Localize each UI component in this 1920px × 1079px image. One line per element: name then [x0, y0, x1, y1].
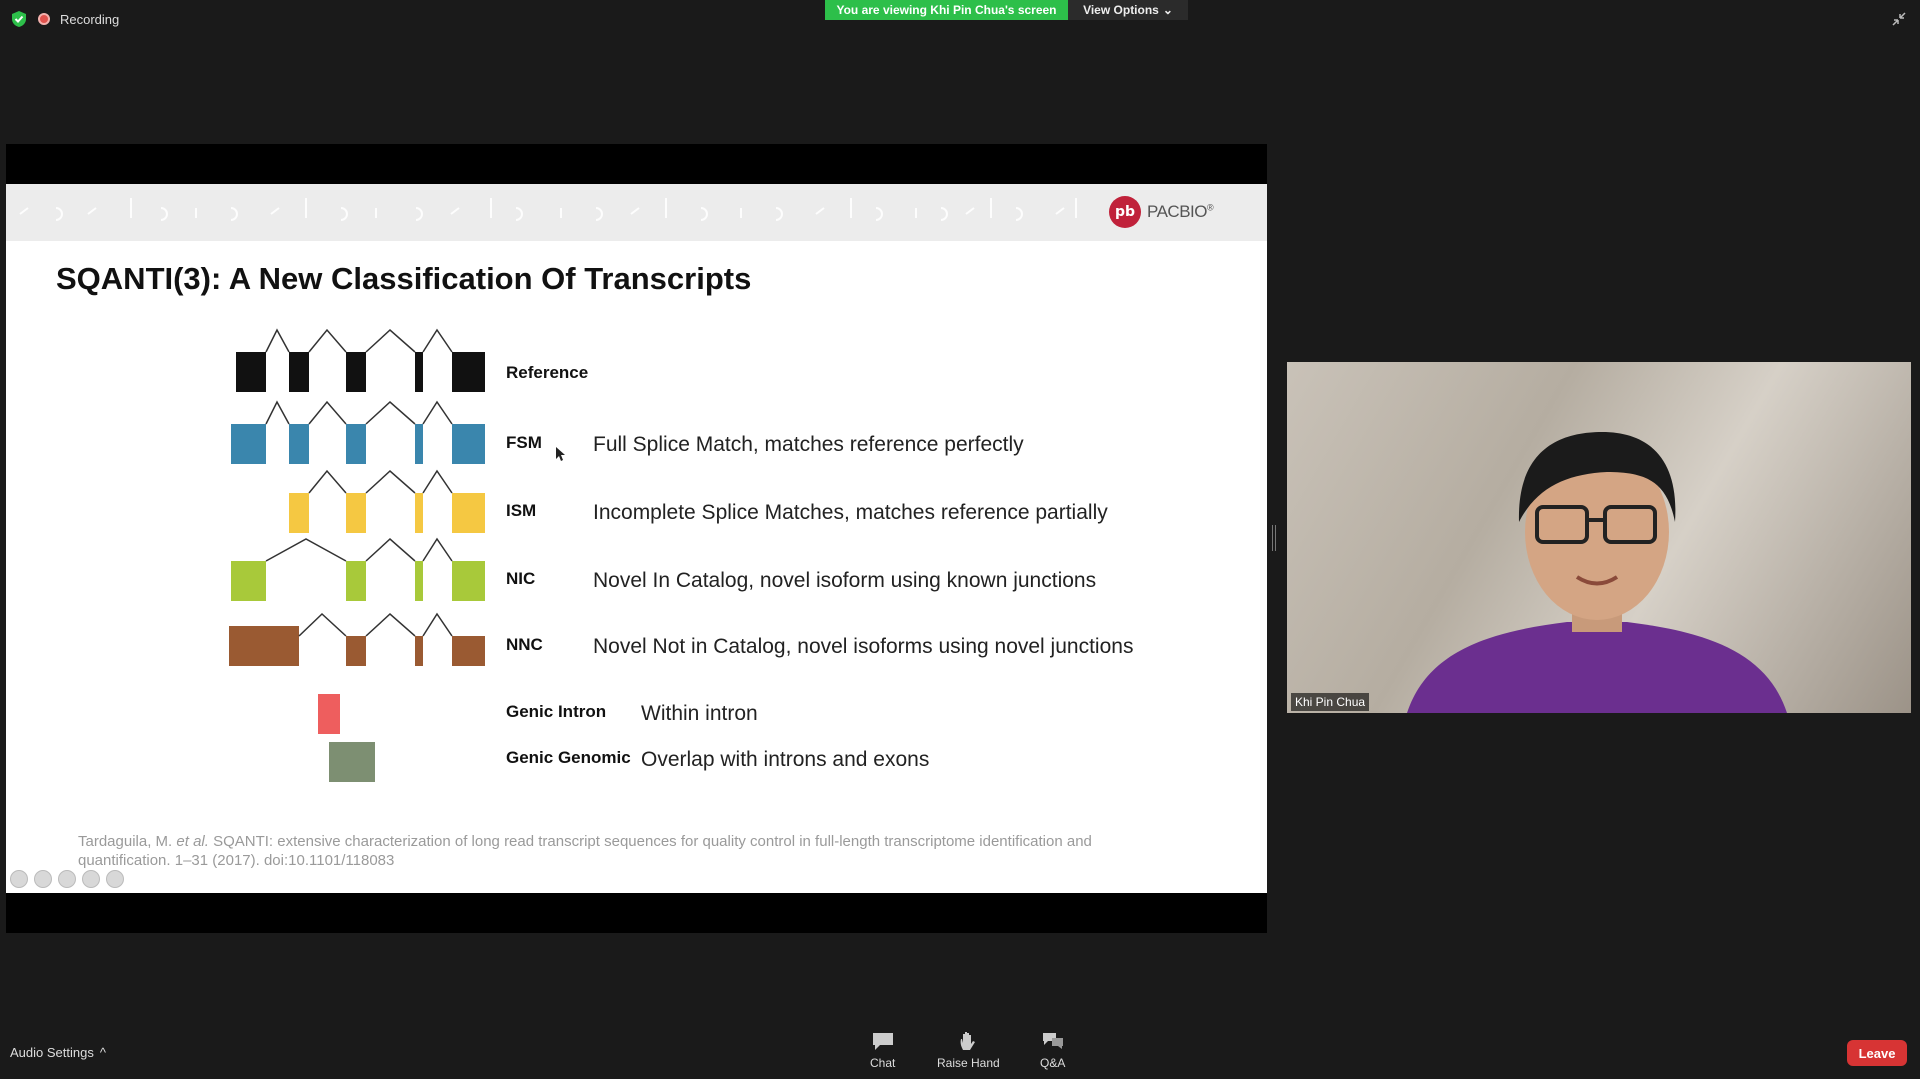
qa-icon: [1042, 1033, 1063, 1049]
audio-settings-label: Audio Settings: [10, 1045, 94, 1060]
pen-icon[interactable]: [34, 870, 52, 888]
desc-nic: Novel In Catalog, novel isoform using kn…: [593, 569, 1097, 592]
qa-label: Q&A: [1040, 1056, 1066, 1070]
label-fsm: FSM: [506, 433, 542, 452]
mouse-cursor-icon: [556, 447, 565, 461]
desc-genic-genomic: Overlap with introns and exons: [641, 748, 930, 771]
label-genic-genomic: Genic Genomic: [506, 748, 631, 767]
row-genic-intron: [318, 694, 340, 734]
caret-up-icon: ^: [99, 1045, 106, 1060]
desc-nnc: Novel Not in Catalog, novel isoforms usi…: [593, 635, 1134, 658]
chat-label: Chat: [870, 1056, 896, 1070]
shield-icon[interactable]: [10, 10, 28, 28]
row-nic: [231, 537, 485, 601]
label-reference: Reference: [506, 363, 589, 382]
recording-indicator: Recording: [10, 10, 119, 28]
record-dot-icon: [38, 13, 50, 25]
row-genic-genomic: [329, 742, 375, 782]
participant-video[interactable]: Khi Pin Chua: [1287, 362, 1911, 713]
raise-hand-button[interactable]: Raise Hand: [937, 1030, 1000, 1070]
row-ism: [289, 469, 485, 533]
speaker-figure: [1407, 432, 1787, 713]
recording-label: Recording: [60, 11, 120, 27]
next-slide-icon[interactable]: [106, 870, 124, 888]
participant-name: Khi Pin Chua: [1291, 693, 1370, 711]
label-ism: ISM: [506, 501, 537, 520]
label-genic-intron: Genic Intron: [506, 702, 607, 721]
viewing-banner: You are viewing Khi Pin Chua's screen: [825, 0, 1068, 20]
slide-navigation-tools: [10, 870, 124, 888]
view-options-button[interactable]: View Options ⌄: [1068, 0, 1188, 20]
label-nnc: NNC: [506, 635, 543, 654]
slides-icon[interactable]: [58, 870, 76, 888]
slide: pb PACBIO® SQANTI(3): A New Classificati…: [6, 184, 1267, 893]
qa-button[interactable]: Q&A: [1040, 1030, 1065, 1070]
chat-icon: [872, 1033, 893, 1050]
view-options-label: View Options: [1083, 3, 1159, 17]
chevron-down-icon: ⌄: [1162, 3, 1173, 17]
label-nic: NIC: [506, 569, 536, 588]
shared-screen: pb PACBIO® SQANTI(3): A New Classificati…: [6, 144, 1267, 933]
raise-hand-label: Raise Hand: [937, 1056, 1000, 1070]
audio-settings-button[interactable]: Audio Settings ^: [10, 1045, 106, 1060]
more-options-icon[interactable]: [82, 870, 100, 888]
row-nnc: [229, 612, 485, 666]
exit-fullscreen-icon[interactable]: [1890, 10, 1908, 28]
resize-handle[interactable]: [1272, 525, 1276, 551]
desc-fsm: Full Splice Match, matches reference per…: [593, 433, 1024, 456]
desc-ism: Incomplete Splice Matches, matches refer…: [593, 501, 1108, 524]
raise-hand-icon: [960, 1032, 976, 1050]
row-fsm: [231, 400, 485, 464]
citation: Tardaguila, M. et al. SQANTI: extensive …: [78, 833, 1092, 869]
leave-button[interactable]: Leave: [1847, 1040, 1907, 1066]
desc-genic-intron: Within intron: [641, 702, 758, 725]
previous-slide-icon[interactable]: [10, 870, 28, 888]
chat-button[interactable]: Chat: [870, 1030, 895, 1070]
row-reference: [236, 328, 485, 392]
